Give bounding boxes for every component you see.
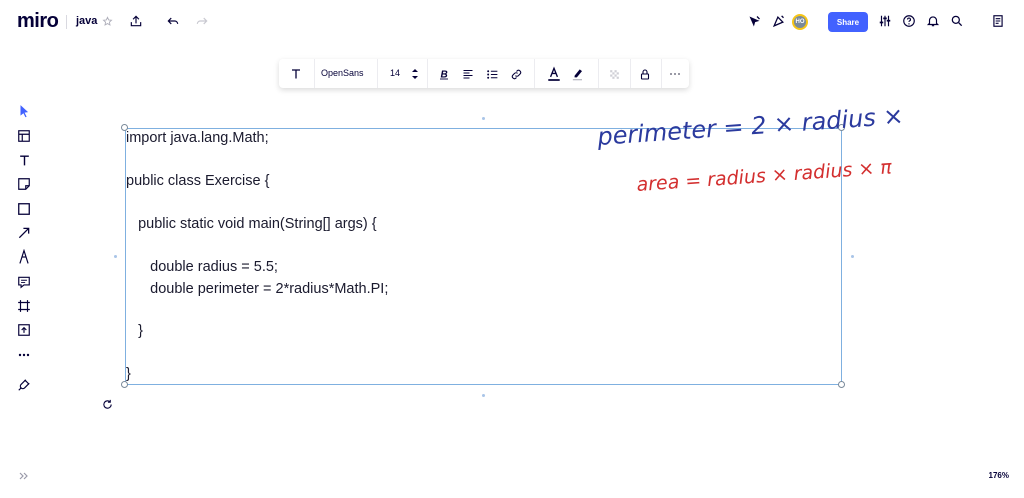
link-icon[interactable] bbox=[508, 66, 524, 82]
expand-panel-icon[interactable] bbox=[18, 471, 30, 481]
handwritten-notes[interactable]: perimeter = 2 × radius × π area = radius… bbox=[590, 105, 910, 200]
connection-point[interactable] bbox=[851, 255, 854, 258]
more-options-icon[interactable] bbox=[667, 66, 683, 82]
divider bbox=[314, 59, 315, 88]
upload-tool-icon[interactable] bbox=[14, 320, 34, 340]
code-line: import java.lang.Math; bbox=[126, 130, 269, 146]
connection-point[interactable] bbox=[482, 394, 485, 397]
divider bbox=[377, 59, 378, 88]
font-size-stepper-icon[interactable] bbox=[410, 66, 420, 82]
lock-icon[interactable] bbox=[637, 66, 653, 82]
code-line: double perimeter = 2*radius*Math.PI; bbox=[126, 281, 389, 297]
fill-transparent-icon[interactable] bbox=[606, 66, 622, 82]
avatar[interactable]: HO bbox=[792, 14, 808, 30]
code-line: public class Exercise { bbox=[126, 173, 270, 189]
comment-icon[interactable] bbox=[14, 272, 34, 292]
select-cursor-icon[interactable] bbox=[14, 101, 34, 121]
code-line: double radius = 5.5; bbox=[126, 259, 278, 275]
rotate-icon[interactable] bbox=[101, 398, 113, 410]
divider bbox=[598, 59, 599, 88]
font-size-input[interactable]: 14 bbox=[390, 68, 400, 78]
code-line: } bbox=[126, 366, 131, 382]
star-icon[interactable] bbox=[101, 14, 113, 28]
search-icon[interactable] bbox=[949, 13, 965, 29]
frame-tool-icon[interactable] bbox=[14, 296, 34, 316]
sticky-note-icon[interactable] bbox=[14, 174, 34, 194]
more-tools-icon[interactable] bbox=[14, 345, 34, 365]
board-notes-icon[interactable] bbox=[990, 13, 1006, 29]
handwriting-area: area = radius × radius × π bbox=[636, 156, 893, 196]
divider bbox=[534, 59, 535, 88]
text-tool-icon[interactable] bbox=[14, 150, 34, 170]
pen-tool-icon[interactable] bbox=[14, 247, 34, 267]
divider bbox=[66, 15, 67, 29]
undo-icon[interactable] bbox=[165, 13, 181, 29]
divider bbox=[427, 59, 428, 88]
zoom-level[interactable]: 176% bbox=[989, 471, 1009, 480]
attention-icon[interactable] bbox=[770, 13, 786, 29]
bullet-list-icon[interactable] bbox=[484, 66, 500, 82]
divider bbox=[630, 59, 631, 88]
font-family-select[interactable]: OpenSans bbox=[321, 68, 364, 78]
shape-tool-icon[interactable] bbox=[14, 199, 34, 219]
connection-point[interactable] bbox=[114, 255, 117, 258]
align-left-icon[interactable] bbox=[460, 66, 476, 82]
settings-sliders-icon[interactable] bbox=[877, 13, 893, 29]
help-icon[interactable] bbox=[901, 13, 917, 29]
resize-handle[interactable] bbox=[838, 381, 845, 388]
connection-point[interactable] bbox=[482, 117, 485, 120]
bell-icon[interactable] bbox=[925, 13, 941, 29]
resize-handle[interactable] bbox=[121, 381, 128, 388]
miro-logo[interactable]: miro bbox=[17, 10, 59, 33]
code-line: public static void main(String[] args) { bbox=[126, 216, 377, 232]
text-type-icon[interactable] bbox=[288, 66, 304, 82]
share-button[interactable]: Share bbox=[828, 12, 868, 32]
upload-icon[interactable] bbox=[128, 13, 144, 29]
apps-plug-icon[interactable] bbox=[14, 375, 34, 395]
divider bbox=[661, 59, 662, 88]
connection-line-icon[interactable] bbox=[14, 223, 34, 243]
board-title[interactable]: java bbox=[76, 15, 97, 27]
text-format-toolbar: OpenSans 14 B bbox=[279, 59, 689, 88]
handwriting-perimeter: perimeter = 2 × radius × π bbox=[595, 105, 910, 151]
bold-icon[interactable]: B bbox=[436, 66, 452, 82]
cursor-follow-icon[interactable] bbox=[746, 13, 762, 29]
code-line: } bbox=[126, 323, 143, 339]
templates-icon[interactable] bbox=[14, 126, 34, 146]
svg-text:B: B bbox=[441, 70, 448, 81]
redo-icon[interactable] bbox=[194, 13, 210, 29]
highlight-icon[interactable] bbox=[570, 65, 586, 83]
text-color-icon[interactable] bbox=[546, 65, 562, 83]
